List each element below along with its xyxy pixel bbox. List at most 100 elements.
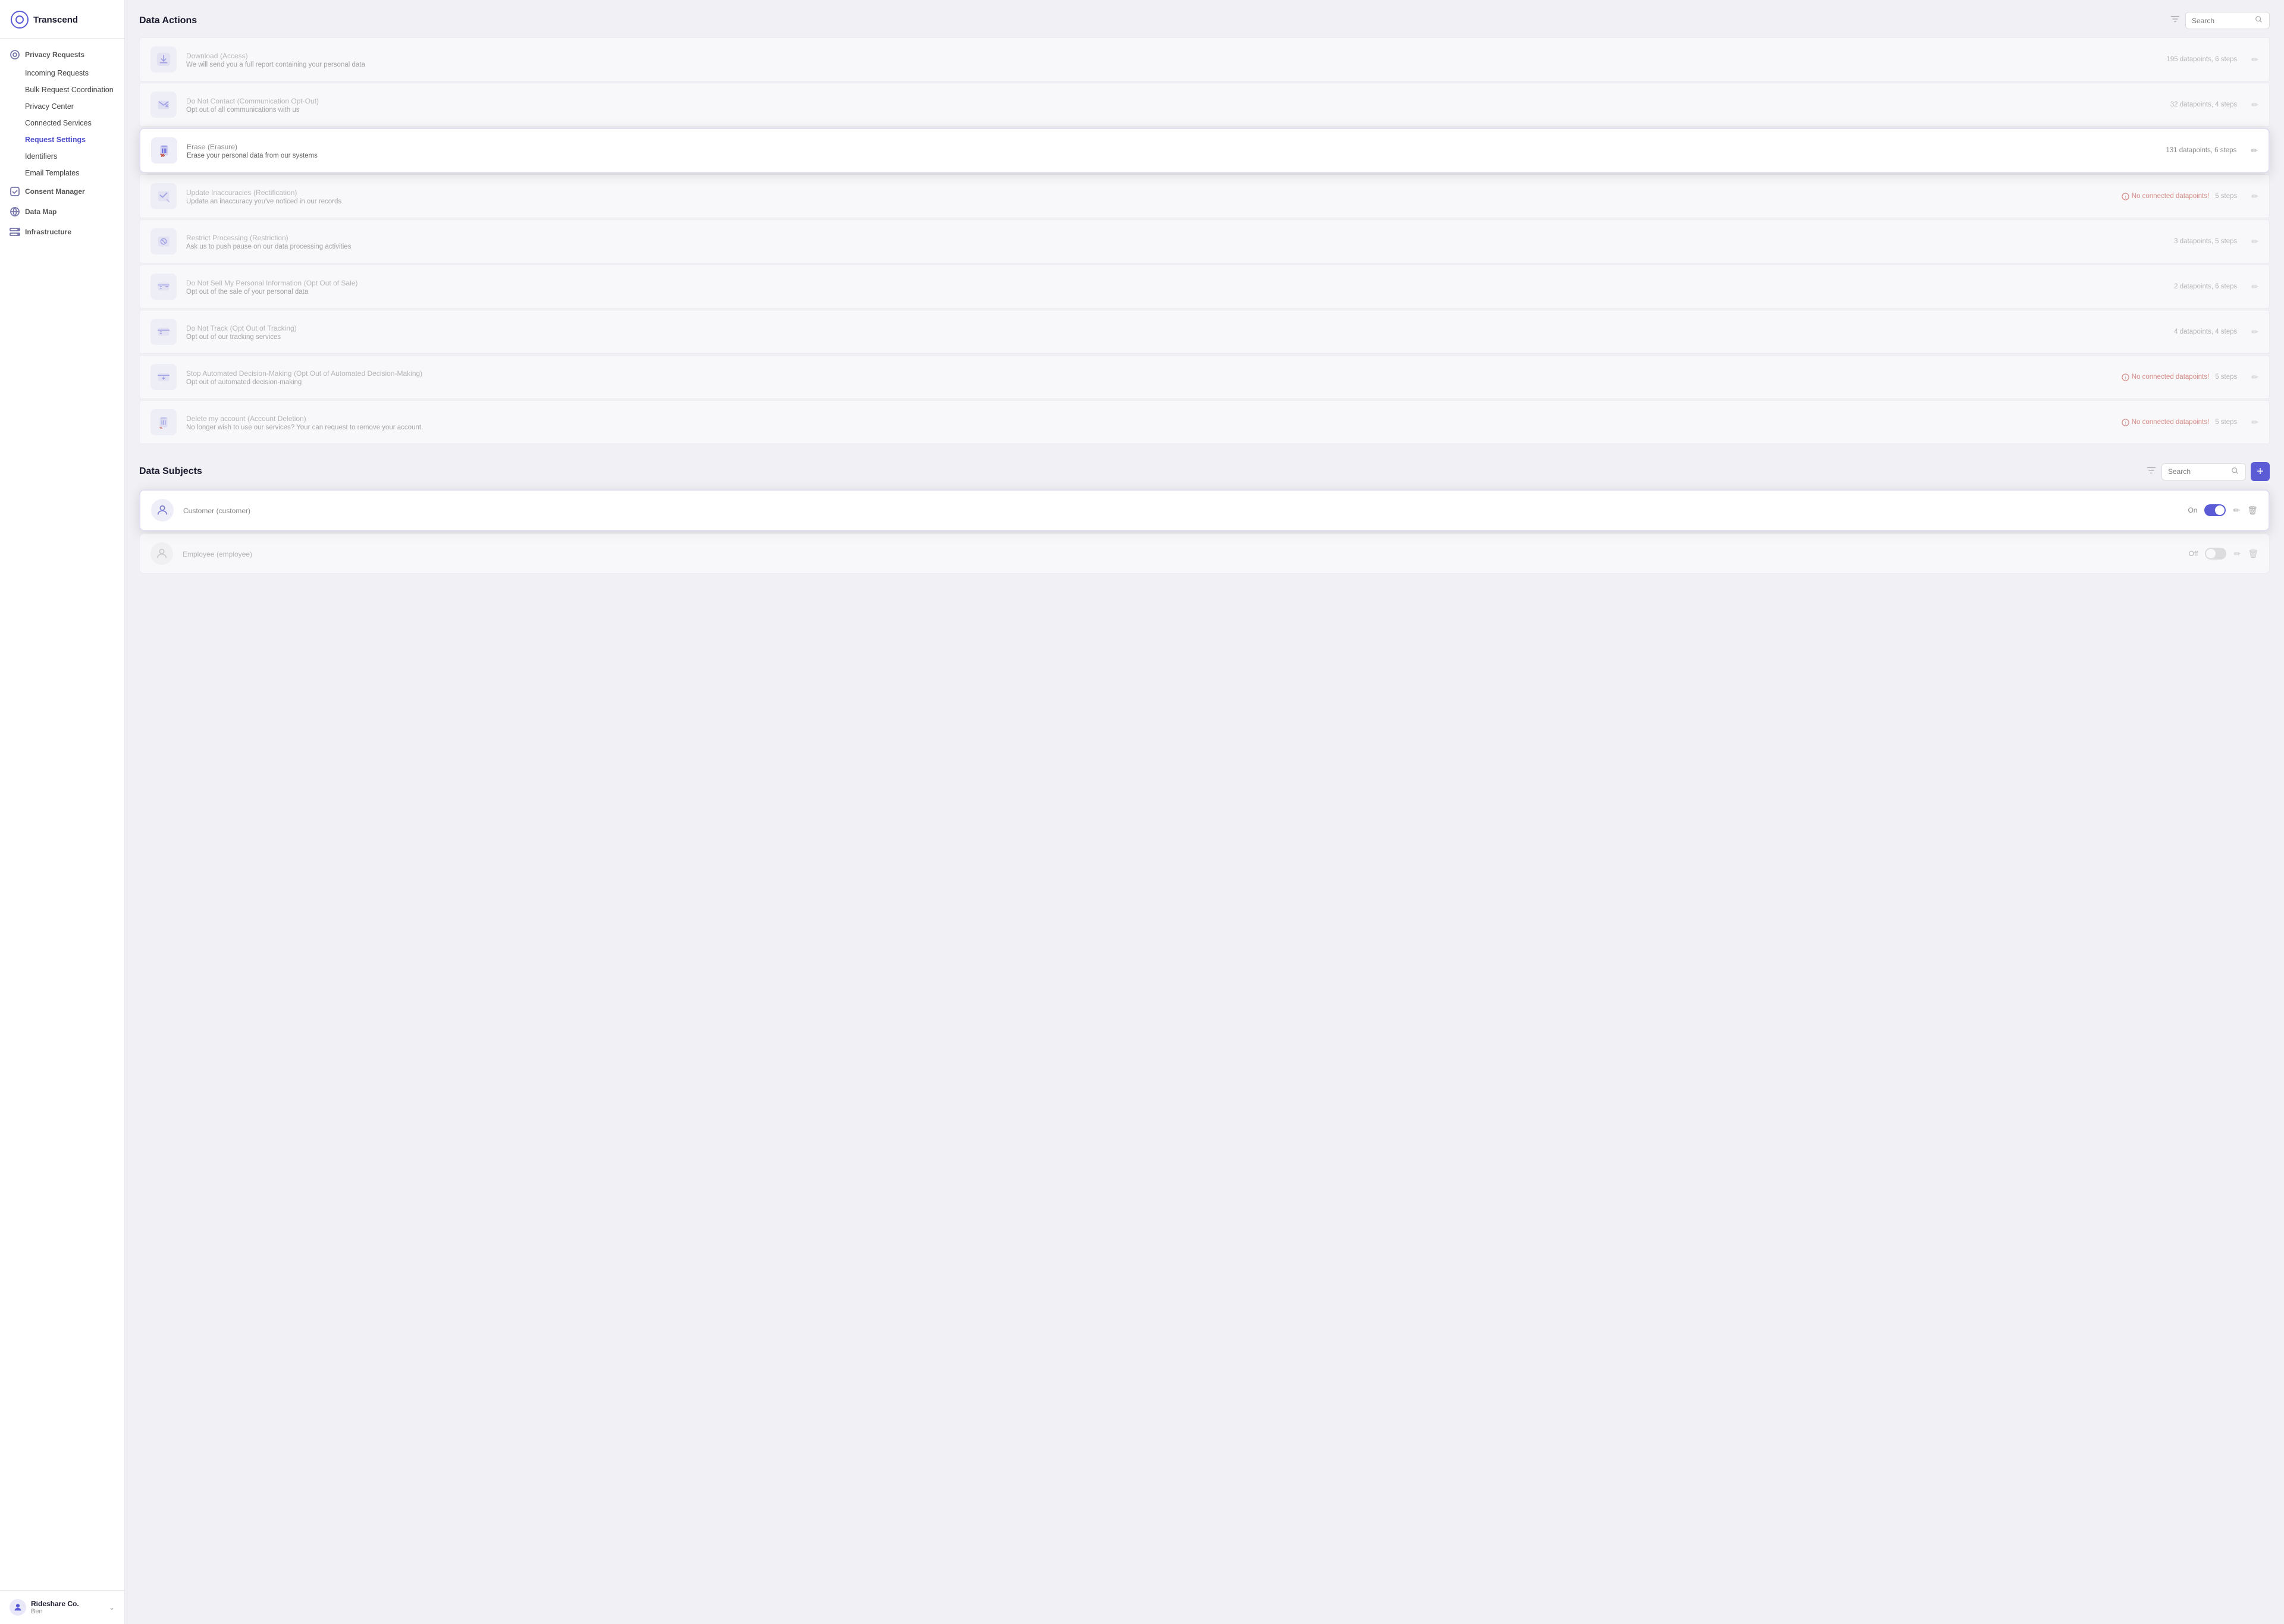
sidebar-item-request-settings[interactable]: Request Settings: [0, 131, 124, 148]
subject-title-customer: Customer (customer): [183, 506, 2178, 515]
search-icon: [2255, 15, 2263, 26]
subjects-filter-icon[interactable]: [2146, 465, 2157, 479]
erase-icon-wrap: ×: [151, 137, 177, 164]
subject-status-employee: Off: [2189, 549, 2198, 558]
data-action-card-do-not-sell: Do Not Sell My Personal Information (Opt…: [139, 265, 2270, 309]
data-subjects-title: Data Subjects: [139, 466, 202, 477]
data-action-card-do-not-track: Do Not Track (Opt Out of Tracking) Opt o…: [139, 310, 2270, 354]
sidebar-group-privacy-requests[interactable]: Privacy Requests: [0, 45, 124, 65]
card-content-restrict: Restrict Processing (Restriction) Ask us…: [186, 233, 2164, 250]
card-title-update: Update Inaccuracies (Rectification): [186, 188, 2112, 197]
card-desc-delete-account: No longer wish to use our services? Your…: [186, 424, 2112, 431]
do-not-sell-icon-wrap: [150, 274, 177, 300]
sidebar-item-bulk-request[interactable]: Bulk Request Coordination: [0, 81, 124, 98]
footer-info: Rideshare Co. Ben: [10, 1599, 79, 1616]
card-desc-do-not-track: Opt out of our tracking services: [186, 334, 2164, 341]
sidebar-group-label: Privacy Requests: [25, 51, 84, 59]
subject-controls-customer: On ✏ 🗑: [2188, 504, 2258, 516]
data-actions-controls: [2170, 12, 2270, 29]
subject-card-customer[interactable]: Customer (customer) On ✏ 🗑: [139, 489, 2270, 531]
data-actions-list: Download (Access) We will send you a ful…: [139, 37, 2270, 445]
data-subjects-search-input[interactable]: [2168, 467, 2227, 476]
employee-toggle[interactable]: [2205, 548, 2226, 560]
footer-company: Rideshare Co.: [31, 1600, 79, 1608]
svg-text:!: !: [2125, 420, 2126, 426]
do-not-contact-icon-wrap: [150, 92, 177, 118]
edit-icon-do-not-sell[interactable]: ✏: [2251, 282, 2258, 292]
sidebar-item-incoming-requests[interactable]: Incoming Requests: [0, 65, 124, 81]
add-subject-button[interactable]: +: [2251, 462, 2270, 481]
card-desc-stop-automated: Opt out of automated decision-making: [186, 379, 2112, 386]
sidebar-section-privacy: Privacy Requests Incoming Requests Bulk …: [0, 39, 124, 248]
delete-icon-employee[interactable]: 🗑: [2248, 549, 2258, 559]
data-actions-search-input[interactable]: [2192, 17, 2251, 25]
sidebar-item-identifiers[interactable]: Identifiers: [0, 148, 124, 165]
data-action-card-erase[interactable]: × Erase (Erasure) Erase your personal da…: [139, 128, 2270, 173]
card-title-do-not-sell: Do Not Sell My Personal Information (Opt…: [186, 278, 2164, 287]
card-meta-delete-account: ! No connected datapoints! 5 steps: [2122, 419, 2238, 426]
edit-icon-restrict[interactable]: ✏: [2251, 237, 2258, 247]
restrict-icon-wrap: [150, 228, 177, 255]
card-content-delete-account: Delete my account (Account Deletion) No …: [186, 414, 2112, 431]
do-not-track-icon-wrap: [150, 319, 177, 345]
edit-icon-customer[interactable]: ✏: [2233, 505, 2240, 516]
sidebar-datamap-label: Data Map: [25, 208, 57, 216]
sidebar-infra-label: Infrastructure: [25, 228, 71, 236]
edit-icon-delete-account[interactable]: ✏: [2251, 417, 2258, 428]
svg-text:×: ×: [161, 153, 164, 158]
chevron-down-icon[interactable]: ⌄: [109, 1603, 115, 1612]
customer-icon: [151, 499, 174, 522]
data-action-card-do-not-contact: Do Not Contact (Communication Opt-Out) O…: [139, 83, 2270, 127]
no-data-stop-automated: ! No connected datapoints!: [2122, 373, 2209, 381]
edit-icon-do-not-track[interactable]: ✏: [2251, 327, 2258, 337]
sidebar-item-privacy-center[interactable]: Privacy Center: [0, 98, 124, 115]
delete-account-icon-wrap: [150, 409, 177, 435]
edit-icon-download[interactable]: ✏: [2251, 55, 2258, 65]
card-meta-erase: 131 datapoints, 6 steps: [2166, 147, 2236, 154]
data-action-card-delete-account: Delete my account (Account Deletion) No …: [139, 400, 2270, 444]
card-content-do-not-track: Do Not Track (Opt Out of Tracking) Opt o…: [186, 323, 2164, 341]
delete-icon-customer[interactable]: 🗑: [2247, 505, 2258, 516]
edit-icon-update[interactable]: ✏: [2251, 191, 2258, 202]
edit-icon-do-not-contact[interactable]: ✏: [2251, 100, 2258, 110]
card-content-erase: Erase (Erasure) Erase your personal data…: [187, 142, 2156, 159]
card-title-restrict: Restrict Processing (Restriction): [186, 233, 2164, 242]
sidebar-item-connected-services[interactable]: Connected Services: [0, 115, 124, 131]
data-actions-section: Data Actions: [139, 12, 2270, 445]
subject-card-employee: Employee (employee) Off ✏ 🗑: [139, 533, 2270, 574]
edit-icon-stop-automated[interactable]: ✏: [2251, 372, 2258, 382]
data-action-card-update: Update Inaccuracies (Rectification) Upda…: [139, 174, 2270, 218]
card-desc-update: Update an inaccuracy you've noticed in o…: [186, 198, 2112, 205]
filter-icon[interactable]: [2170, 14, 2181, 27]
edit-icon-employee[interactable]: ✏: [2233, 549, 2241, 559]
main-content: Data Actions: [125, 0, 2284, 1624]
subject-title-employee: Employee (employee): [183, 549, 2179, 558]
consent-icon: [10, 186, 20, 197]
sidebar-item-email-templates[interactable]: Email Templates: [0, 165, 124, 181]
sidebar-group-infrastructure[interactable]: Infrastructure: [0, 222, 124, 242]
card-title-download: Download (Access): [186, 51, 2157, 60]
card-desc-restrict: Ask us to push pause on our data process…: [186, 243, 2164, 250]
card-content-do-not-contact: Do Not Contact (Communication Opt-Out) O…: [186, 96, 2161, 114]
card-meta-update: ! No connected datapoints! 5 steps: [2122, 193, 2238, 200]
data-subjects-header: Data Subjects +: [139, 462, 2270, 481]
customer-toggle[interactable]: [2204, 504, 2226, 516]
card-title-erase: Erase (Erasure): [187, 142, 2156, 151]
subject-content-employee: Employee (employee): [183, 549, 2179, 558]
card-meta-do-not-contact: 32 datapoints, 4 steps: [2170, 101, 2238, 108]
data-action-card-download: Download (Access) We will send you a ful…: [139, 37, 2270, 81]
sidebar: Transcend Privacy Requests Incoming Requ…: [0, 0, 125, 1624]
card-title-stop-automated: Stop Automated Decision-Making (Opt Out …: [186, 369, 2112, 378]
subject-controls-employee: Off ✏ 🗑: [2189, 548, 2258, 560]
card-desc-do-not-sell: Opt out of the sale of your personal dat…: [186, 288, 2164, 296]
card-title-do-not-track: Do Not Track (Opt Out of Tracking): [186, 323, 2164, 332]
no-data-delete-account: ! No connected datapoints!: [2122, 419, 2209, 426]
map-icon: [10, 206, 20, 217]
sidebar-group-consent[interactable]: Consent Manager: [0, 181, 124, 202]
sidebar-group-datamap[interactable]: Data Map: [0, 202, 124, 222]
data-subjects-search-box: [2161, 463, 2246, 480]
edit-icon-erase[interactable]: ✏: [2251, 146, 2258, 156]
card-desc-do-not-contact: Opt out of all communications with us: [186, 106, 2161, 114]
data-subjects-section: Data Subjects +: [139, 462, 2270, 574]
footer-text: Rideshare Co. Ben: [31, 1600, 79, 1615]
